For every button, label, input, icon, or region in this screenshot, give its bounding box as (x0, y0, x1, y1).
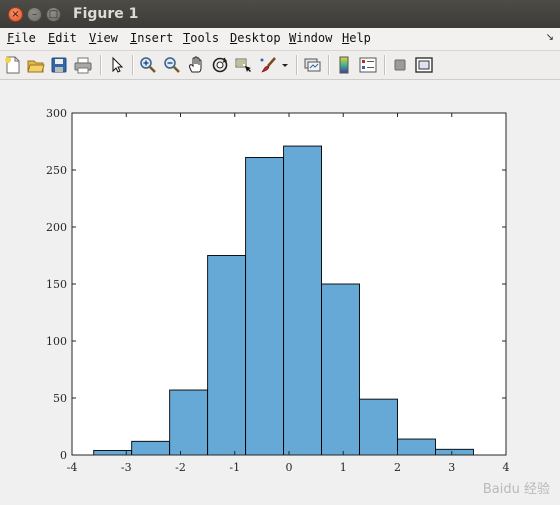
show-plot-tools-button[interactable] (413, 54, 435, 76)
y-tick-label: 250 (46, 164, 67, 177)
histogram-bar[interactable] (435, 448, 474, 456)
toolbar-separator (384, 55, 386, 75)
menu-view[interactable]: View (89, 31, 118, 45)
x-tick-label: -1 (229, 461, 240, 474)
histogram-bar[interactable] (169, 389, 209, 456)
maximize-icon: □ (48, 8, 59, 20)
y-tick-label: 0 (60, 449, 67, 462)
open-file-icon (27, 60, 45, 73)
y-tick-label: 50 (53, 392, 67, 405)
histogram-chart: -4 -3 -2 -1 0 1 2 3 4 0 50 100 150 200 250 300 (46, 107, 510, 474)
window-title: Figure 1 (73, 6, 139, 22)
x-tick-label: 0 (286, 461, 293, 474)
menu-tools[interactable]: Tools (183, 31, 219, 45)
data-cursor-button[interactable] (233, 54, 255, 76)
colorbar-button[interactable] (333, 54, 355, 76)
minimize-icon: – (32, 8, 37, 20)
brush-icon (260, 57, 276, 73)
save-icon (51, 57, 67, 73)
zoom-in-button[interactable] (137, 54, 159, 76)
print-button[interactable] (72, 54, 94, 76)
brush-dropdown-icon (282, 64, 288, 67)
histogram-bar[interactable] (245, 157, 285, 456)
menu-desktop[interactable]: Desktop (230, 31, 281, 45)
x-tick-label: -3 (121, 461, 132, 474)
save-button[interactable] (48, 54, 70, 76)
y-tick-label: 300 (46, 107, 67, 120)
new-figure-button[interactable] (2, 54, 24, 76)
minimize-window-button[interactable]: – (27, 7, 42, 22)
toolbar-separator (132, 55, 134, 75)
close-icon: × (11, 8, 20, 20)
menu-file[interactable]: File (7, 31, 36, 45)
select-arrow-icon (112, 56, 124, 73)
maximize-window-button[interactable]: □ (46, 7, 61, 22)
data-cursor-icon (235, 58, 251, 72)
histogram-bar[interactable] (207, 255, 247, 456)
title-bar: × – □ Figure 1 (0, 0, 560, 28)
y-tick-label: 150 (46, 278, 67, 291)
zoom-in-icon (140, 57, 156, 73)
menu-insert[interactable]: Insert (130, 31, 173, 45)
pan-button[interactable] (185, 54, 207, 76)
toolbar-separator (296, 55, 298, 75)
link-plot-icon (304, 58, 321, 72)
toolbar-separator (100, 55, 102, 75)
legend-button[interactable] (357, 54, 379, 76)
open-file-button[interactable] (25, 54, 47, 76)
histogram-bar[interactable] (321, 283, 360, 456)
new-figure-icon (5, 56, 20, 74)
menu-bar: File Edit View Insert Tools Desktop Wind… (0, 28, 560, 51)
histogram-bar[interactable] (283, 145, 323, 456)
pan-hand-icon (189, 56, 202, 73)
x-tick-label: 4 (503, 461, 510, 474)
rotate-3d-button[interactable] (209, 54, 231, 76)
show-plot-tools-icon (415, 57, 433, 73)
rotate-3d-icon (212, 57, 228, 73)
y-tick-label: 100 (46, 335, 67, 348)
hide-plot-tools-icon (394, 59, 406, 71)
watermark: Baidu 经验 (482, 482, 550, 497)
menu-help[interactable]: Help (342, 31, 371, 45)
hide-plot-tools-button[interactable] (389, 54, 411, 76)
legend-icon (359, 57, 377, 73)
x-tick-label: 1 (340, 461, 347, 474)
histogram-bar[interactable] (397, 438, 436, 456)
menu-window[interactable]: Window (289, 31, 332, 45)
x-tick-label: 2 (394, 461, 401, 474)
x-tick-label: -4 (67, 461, 78, 474)
menubar-overflow-icon[interactable]: ↘ (546, 32, 554, 43)
figure-canvas: -4 -3 -2 -1 0 1 2 3 4 0 50 100 150 200 250 300 (0, 80, 560, 501)
brush-button[interactable] (257, 54, 279, 76)
select-button[interactable] (106, 54, 128, 76)
histogram-bar[interactable] (359, 398, 398, 456)
colorbar-icon (339, 56, 349, 74)
toolbar-separator (328, 55, 330, 75)
close-window-button[interactable]: × (8, 7, 23, 22)
zoom-out-icon (164, 57, 180, 73)
link-plot-button[interactable] (301, 54, 323, 76)
x-tick-label: 3 (448, 461, 455, 474)
y-tick-label: 200 (46, 221, 67, 234)
print-icon (74, 57, 92, 74)
menu-edit[interactable]: Edit (48, 31, 77, 45)
toolbar (0, 51, 560, 80)
zoom-out-button[interactable] (161, 54, 183, 76)
x-tick-label: -2 (175, 461, 186, 474)
brush-dropdown-button[interactable] (279, 54, 291, 76)
histogram-bar[interactable] (131, 440, 171, 456)
